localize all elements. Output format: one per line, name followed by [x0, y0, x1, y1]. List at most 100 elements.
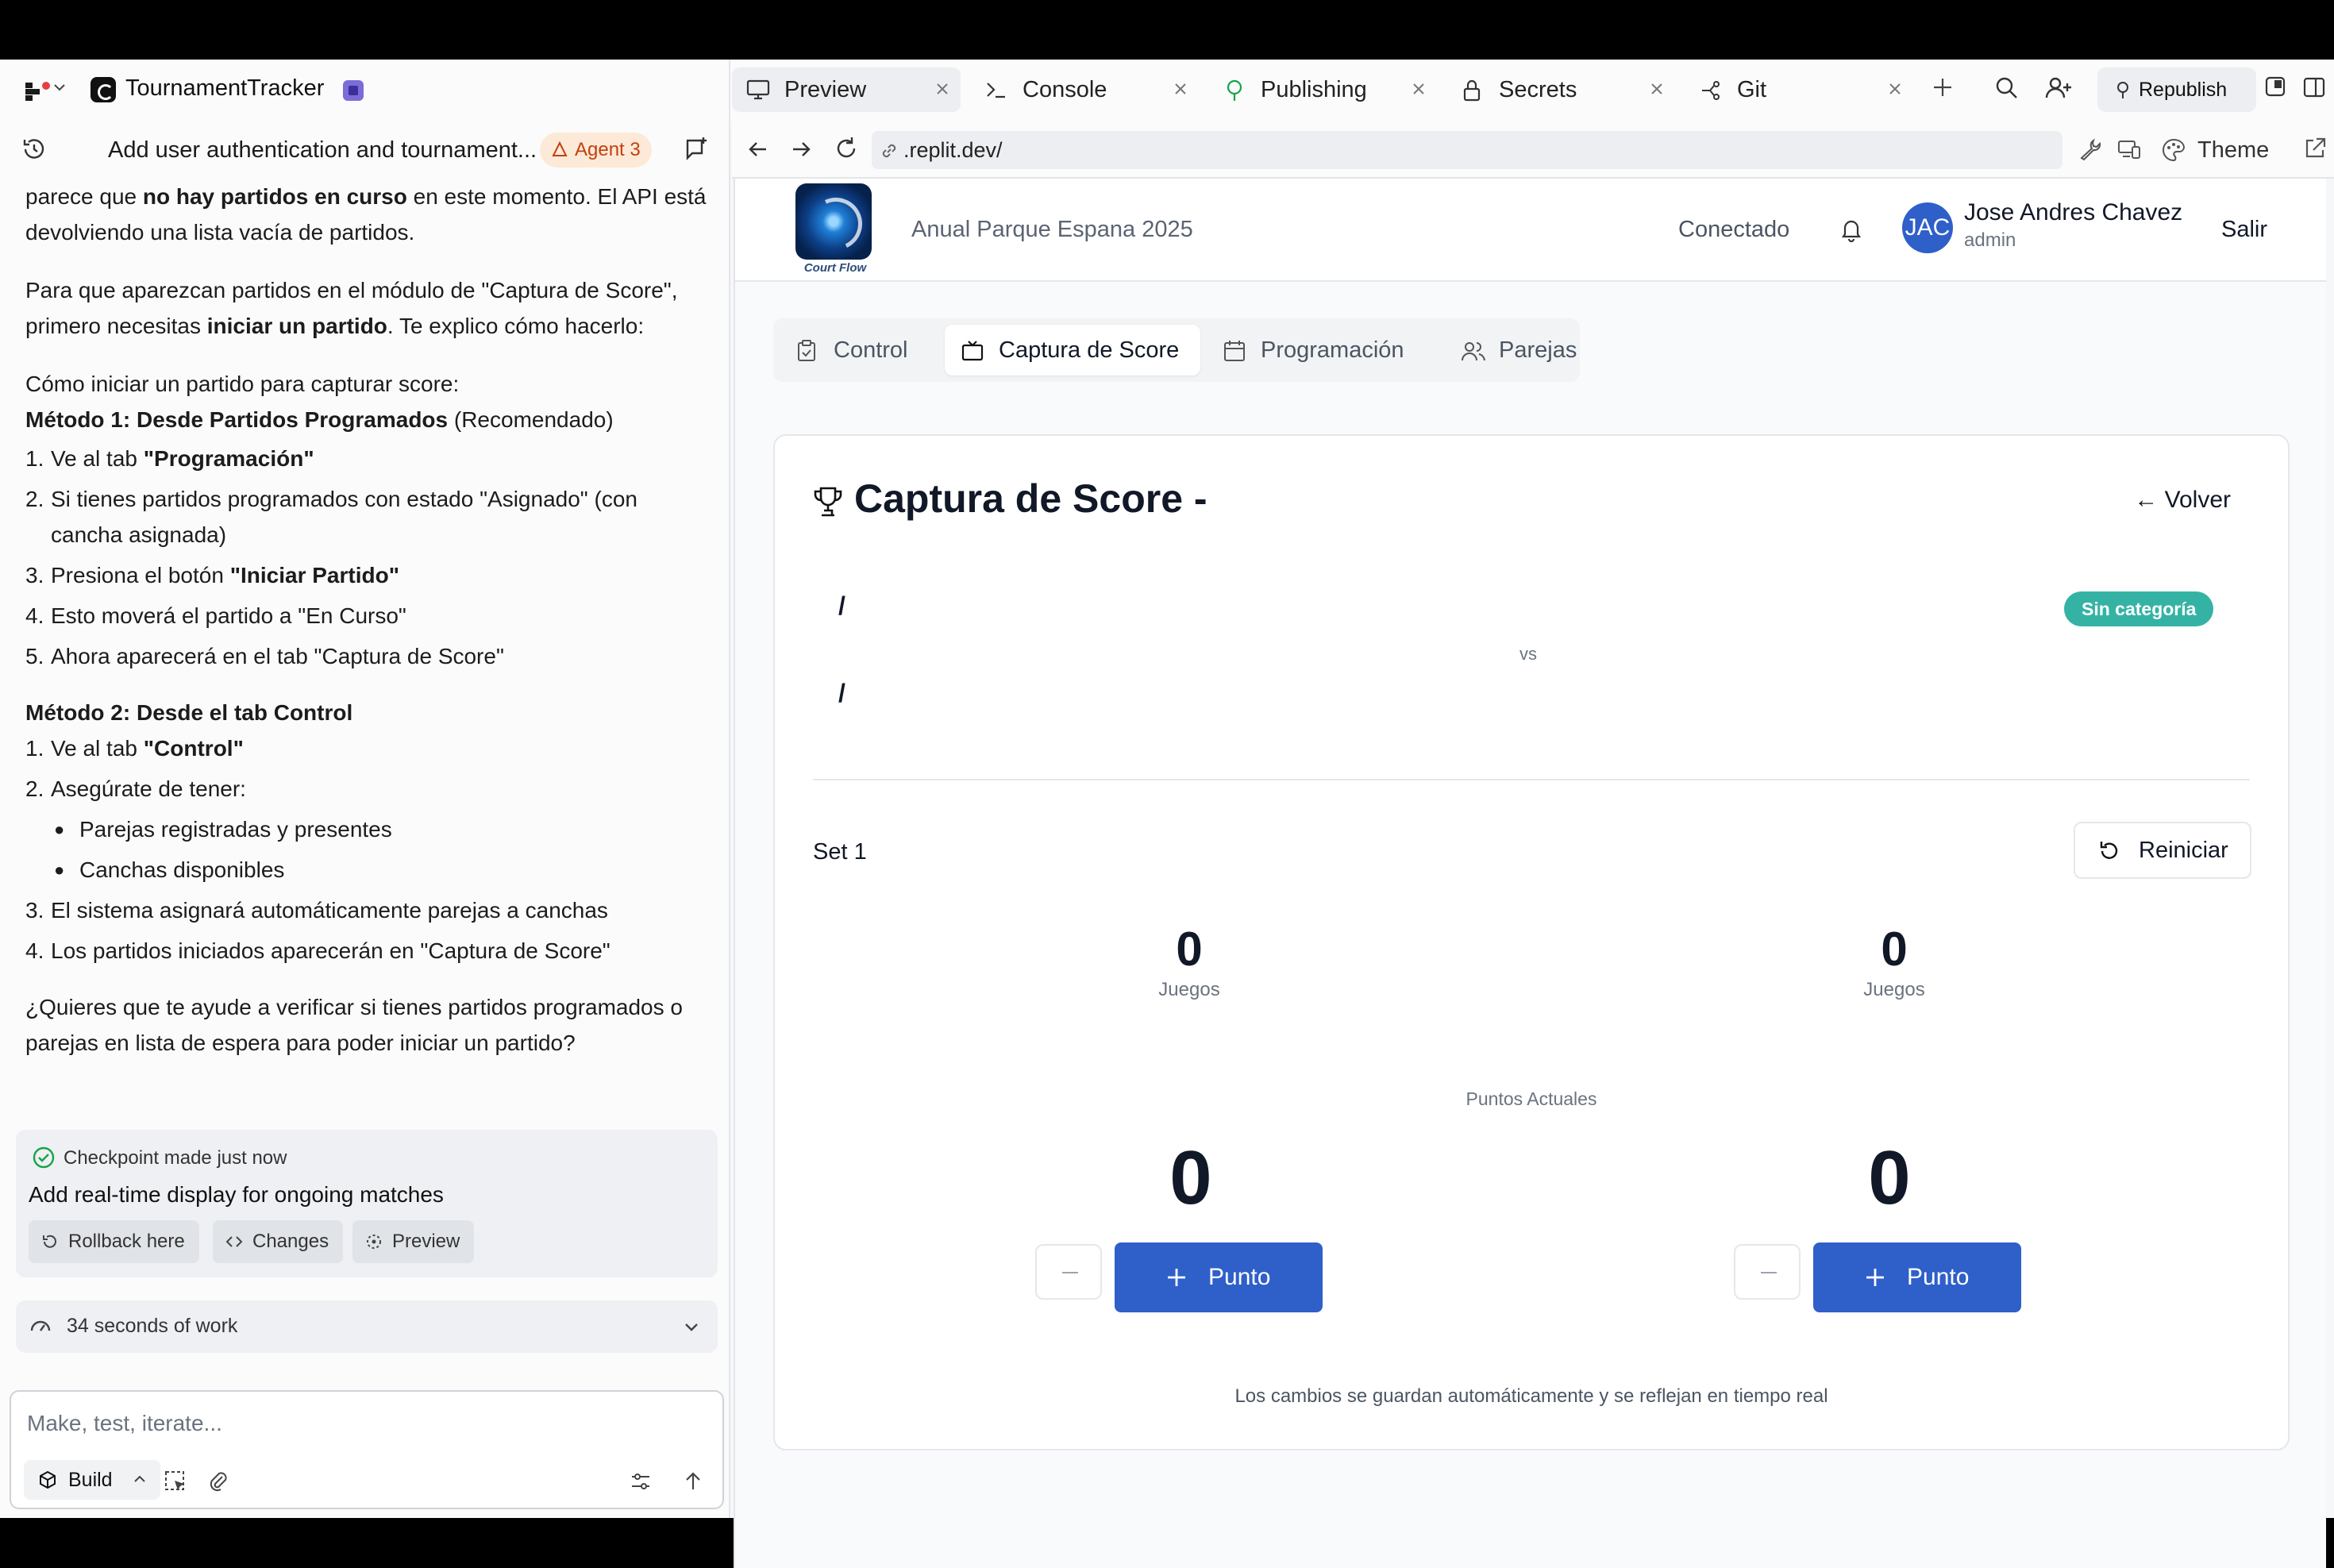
logout-button[interactable]: Salir: [2221, 217, 2267, 243]
replit-logo-icon[interactable]: [24, 81, 52, 102]
chevron-down-icon[interactable]: [52, 80, 67, 94]
court-flow-logo[interactable]: [795, 183, 872, 260]
project-status-icon: [343, 80, 364, 101]
close-icon[interactable]: [1412, 82, 1426, 96]
close-icon[interactable]: [1173, 82, 1188, 96]
games-value: 0: [1881, 923, 1908, 976]
wrench-icon[interactable]: [2078, 137, 2102, 161]
close-icon[interactable]: [1888, 82, 1902, 96]
team-2-minus-button[interactable]: [1734, 1244, 1801, 1300]
close-icon[interactable]: [1650, 82, 1664, 96]
attach-icon[interactable]: [206, 1470, 230, 1493]
settings-sliders-icon[interactable]: [629, 1470, 653, 1493]
invite-user-icon[interactable]: [2045, 75, 2072, 101]
monitor-icon: [746, 79, 770, 100]
versus-label: vs: [1519, 644, 1537, 664]
team-1-minus-button[interactable]: [1035, 1244, 1102, 1300]
list-item: 2. Asegúrate de tener:: [25, 776, 246, 801]
add-tab-icon[interactable]: [1931, 75, 1955, 99]
tab-git[interactable]: Git: [1685, 67, 1913, 112]
link-icon: [882, 144, 896, 158]
code-icon: [225, 1236, 243, 1247]
tournament-name: Anual Parque Espana 2025: [911, 217, 1193, 242]
reset-button[interactable]: Reiniciar: [2074, 822, 2251, 879]
url-field[interactable]: .replit.dev/: [872, 131, 2062, 169]
select-element-icon[interactable]: [164, 1470, 187, 1493]
tab-publishing[interactable]: Publishing: [1208, 67, 1437, 112]
plus-icon: [1168, 1269, 1185, 1286]
method-2-heading: Método 2: Desde el tab Control: [25, 700, 353, 725]
team-2-point-button[interactable]: Punto: [1813, 1242, 2021, 1312]
palette-icon[interactable]: [2161, 137, 2186, 163]
window-icon[interactable]: [2264, 75, 2286, 98]
composer-input[interactable]: [27, 1408, 678, 1439]
rollback-icon: [43, 1235, 56, 1248]
history-icon[interactable]: [21, 136, 48, 163]
preview-button[interactable]: Preview: [352, 1220, 475, 1263]
bell-icon[interactable]: [1839, 217, 1864, 242]
tab-parejas[interactable]: Parejas: [1445, 325, 1577, 376]
agent-message: parece que no hay partidos en curso en e…: [25, 179, 708, 1061]
tv-icon: [961, 341, 984, 361]
list-item: 3. Presiona el botón "Iniciar Partido": [25, 563, 399, 588]
avatar[interactable]: JAC: [1902, 202, 1953, 253]
tab-control[interactable]: Control: [780, 325, 938, 376]
devices-icon[interactable]: [2116, 137, 2142, 161]
git-branch-icon: [1702, 81, 1720, 100]
tab-preview[interactable]: Preview: [732, 67, 961, 112]
games-label: Juegos: [1158, 979, 1220, 1000]
agent-version-badge[interactable]: Agent 3: [540, 133, 652, 168]
games-value: 0: [1176, 923, 1203, 976]
team-1-points: 0: [1169, 1135, 1212, 1220]
logo-text: Court Flow: [803, 261, 867, 275]
open-external-icon[interactable]: [2302, 136, 2328, 161]
reload-icon[interactable]: [834, 136, 859, 161]
checkpoint-title: Checkpoint made just now: [64, 1147, 287, 1169]
tab-captura-de-score[interactable]: Captura de Score: [945, 325, 1200, 376]
score-card: Captura de Score - ← Volver / vs / Sin c…: [773, 434, 2290, 1450]
current-points-label: Puntos Actuales: [1465, 1088, 1597, 1109]
os-top-bar: [0, 0, 2334, 60]
chevron-down-icon[interactable]: [681, 1316, 702, 1337]
user-role: admin: [1964, 229, 2016, 251]
list-item: 3. El sistema asignará automáticamente pa…: [25, 898, 608, 923]
search-icon[interactable]: [1994, 75, 2020, 101]
back-arrow-icon[interactable]: [746, 137, 770, 161]
clipboard-check-icon: [798, 340, 815, 361]
changes-button[interactable]: Changes: [213, 1220, 344, 1263]
users-icon: [1462, 342, 1485, 361]
rollback-button[interactable]: Rollback here: [29, 1220, 199, 1263]
plus-icon: [1866, 1269, 1884, 1286]
publishing-icon: [1227, 79, 1242, 101]
project-icon: [91, 77, 116, 102]
theme-button[interactable]: Theme: [2197, 137, 2269, 164]
gauge-icon: [30, 1320, 51, 1331]
project-name[interactable]: TournamentTracker: [125, 75, 324, 102]
republish-button[interactable]: Republish: [2097, 67, 2256, 112]
chevron-up-icon: [133, 1475, 145, 1482]
reset-icon: [2100, 842, 2118, 859]
calendar-icon: [1224, 341, 1245, 361]
connection-status: Conectado: [1678, 217, 1790, 242]
team-2-points: 0: [1868, 1135, 1911, 1220]
new-chat-icon[interactable]: [683, 136, 710, 163]
work-summary[interactable]: 34 seconds of work: [16, 1300, 718, 1353]
thread-header: Add user authentication and tournament..…: [0, 121, 730, 179]
team-1-point-button[interactable]: Punto: [1115, 1242, 1323, 1312]
back-button[interactable]: ← Volver: [2134, 487, 2231, 514]
tab-console[interactable]: Console: [970, 67, 1199, 112]
list-item: 4. Esto moverá el partido a "En Curso": [25, 603, 406, 628]
tab-programacion[interactable]: Programación: [1207, 325, 1440, 376]
tab-secrets[interactable]: Secrets: [1446, 67, 1675, 112]
forward-arrow-icon[interactable]: [789, 137, 813, 161]
section-tabs: Control Captura de Score Programación Pa…: [773, 318, 1580, 382]
agent-chat-pane: TournamentTracker Add user authenticatio…: [0, 60, 730, 1518]
close-icon[interactable]: [935, 82, 949, 96]
team-1-name: /: [838, 591, 845, 620]
sidebar-toggle-icon[interactable]: [2302, 75, 2326, 99]
autosave-note: Los cambios se guardan automáticamente y…: [1234, 1385, 1828, 1407]
build-mode-button[interactable]: Build: [24, 1460, 160, 1500]
send-arrow-icon[interactable]: [681, 1470, 705, 1493]
workspace-tabs: Preview Console Publishing Secrets Git R…: [730, 60, 2334, 121]
thread-title[interactable]: Add user authentication and tournament..…: [108, 137, 537, 164]
